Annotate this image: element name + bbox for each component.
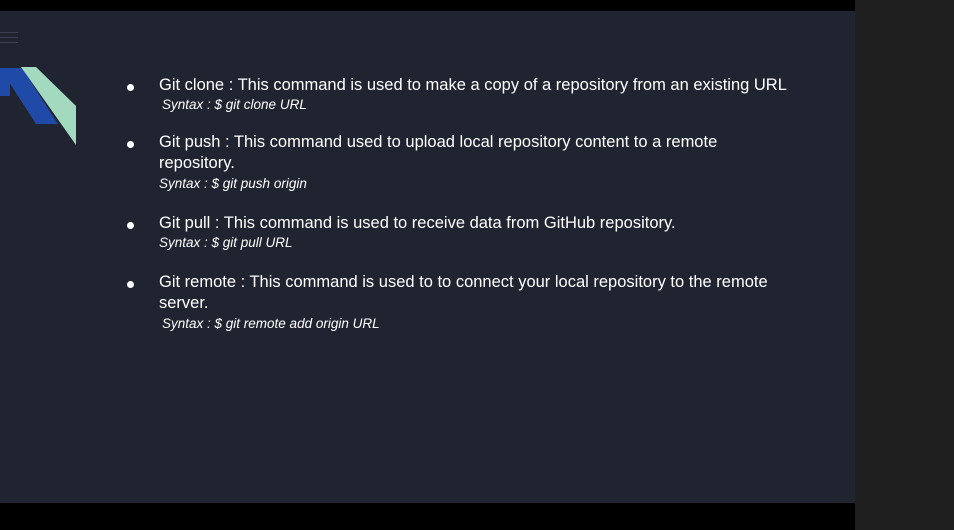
- diagonal-stripes-decoration: [0, 67, 76, 145]
- bullet-syntax: Syntax : $ git pull URL: [159, 235, 293, 250]
- bullet-dot: [127, 141, 134, 148]
- bullet-syntax: Syntax : $ git clone URL: [162, 97, 307, 112]
- bullet-syntax: Syntax : $ git push origin: [159, 176, 307, 191]
- blue-stripe-left: [0, 68, 10, 96]
- bullet-text: Git push : This command used to upload l…: [159, 133, 718, 172]
- bullet-syntax: Syntax : $ git remote add origin URL: [162, 316, 380, 331]
- bullet-git-remote: Git remote : This command is used to to …: [125, 272, 825, 333]
- bullet-text: Git clone : This command is used to make…: [159, 76, 787, 94]
- bullet-dot: [127, 84, 134, 91]
- bullet-git-clone: Git clone : This command is used to make…: [125, 75, 825, 114]
- slide: Git clone : This command is used to make…: [0, 11, 855, 503]
- bullet-git-push: Git push : This command used to upload l…: [125, 132, 825, 193]
- hamburger-menu-icon[interactable]: [0, 30, 20, 46]
- bullet-dot: [127, 222, 134, 229]
- bullet-git-pull: Git pull : This command is used to recei…: [125, 213, 825, 252]
- command-bullet-list: Git clone : This command is used to make…: [125, 75, 825, 347]
- bullet-text: Git pull : This command is used to recei…: [159, 214, 676, 232]
- bullet-dot: [127, 281, 134, 288]
- bullet-text: Git remote : This command is used to to …: [159, 273, 768, 312]
- right-side-panel: [855, 0, 954, 530]
- presentation-viewport: Git clone : This command is used to make…: [0, 0, 954, 530]
